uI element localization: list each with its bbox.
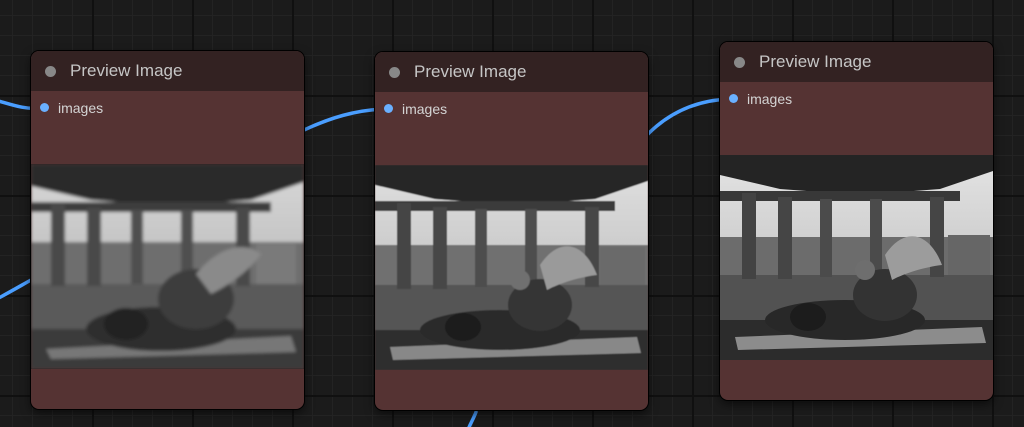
collapse-dot-icon[interactable] (45, 65, 56, 77)
input-connector-icon[interactable] (729, 94, 738, 103)
input-slot-images[interactable]: images (31, 91, 304, 125)
input-label: images (747, 91, 793, 107)
collapse-dot-icon[interactable] (734, 56, 745, 68)
node-title-bar[interactable]: Preview Image (375, 52, 648, 92)
preview-image-node[interactable]: Preview Image images (720, 42, 993, 400)
collapse-dot-icon[interactable] (389, 66, 400, 78)
input-label: images (58, 100, 104, 116)
input-slot-images[interactable]: images (375, 92, 648, 126)
preview-image[interactable] (375, 165, 648, 370)
input-slot-images[interactable]: images (720, 82, 993, 116)
preview-image[interactable] (720, 155, 993, 360)
node-title-bar[interactable]: Preview Image (31, 51, 304, 91)
link-wire (467, 410, 478, 427)
input-connector-icon[interactable] (384, 104, 393, 113)
preview-image-node[interactable]: Preview Image images (375, 52, 648, 410)
preview-image-node[interactable]: Preview Image images (31, 51, 304, 409)
preview-image[interactable] (31, 164, 304, 369)
link-wire (646, 97, 732, 136)
link-wire (0, 278, 33, 300)
link-wire (302, 107, 387, 132)
input-connector-icon[interactable] (40, 103, 49, 112)
node-title: Preview Image (759, 52, 872, 71)
input-label: images (402, 101, 448, 117)
node-title: Preview Image (414, 62, 527, 81)
node-title: Preview Image (70, 61, 183, 80)
node-title-bar[interactable]: Preview Image (720, 42, 993, 82)
